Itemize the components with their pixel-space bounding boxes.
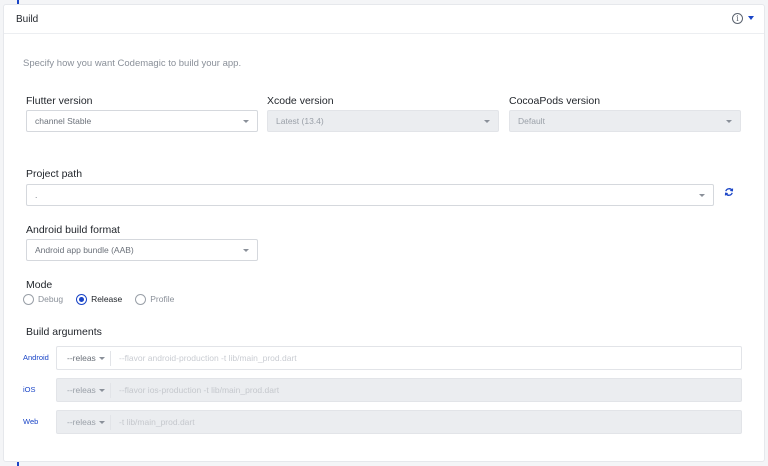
android-build-format-value: Android app bundle (AAB) [35, 245, 134, 255]
flutter-version-label: Flutter version [26, 95, 93, 107]
build-args-web-input[interactable]: -t lib/main_prod.dart [119, 417, 195, 427]
chevron-down-icon [699, 194, 705, 197]
chevron-down-icon [243, 249, 249, 252]
android-build-format-select[interactable]: Android app bundle (AAB) [26, 239, 258, 261]
chevron-down-icon [243, 120, 249, 123]
chevron-down-icon [726, 120, 732, 123]
build-arguments-label: Build arguments [26, 326, 102, 338]
cocoapods-version-label: CocoaPods version [509, 95, 601, 107]
android-build-format-label: Android build format [26, 224, 120, 236]
build-args-ios-input[interactable]: --flavor ios-production -t lib/main_prod… [119, 385, 279, 395]
radio-debug-label[interactable]: Debug [38, 294, 63, 304]
intro-text: Specify how you want Codemagic to build … [23, 58, 242, 69]
build-args-android-input[interactable]: --flavor android-production -t lib/main_… [119, 353, 297, 363]
project-path-label: Project path [26, 168, 83, 180]
mode-label: Mode [26, 279, 53, 291]
xcode-version-select[interactable]: Latest (13.4) [267, 110, 499, 132]
info-icon[interactable]: i [732, 13, 743, 24]
build-args-mode-select[interactable]: --releas [67, 353, 96, 363]
project-path-select[interactable]: . [26, 184, 714, 206]
radio-debug[interactable] [23, 293, 34, 305]
caret-down-icon[interactable] [747, 14, 755, 22]
divider [110, 415, 111, 430]
build-args-web-label: Web [23, 417, 39, 426]
xcode-version-label: Xcode version [267, 95, 334, 107]
panel-title: Build [16, 14, 39, 25]
build-args-ios-label: iOS [23, 385, 36, 394]
build-args-ios-row[interactable]: --releas --flavor ios-production -t lib/… [56, 378, 742, 402]
radio-profile[interactable] [135, 293, 147, 305]
build-args-mode-select[interactable]: --releas [67, 385, 96, 395]
panel-header[interactable]: Build i [4, 5, 764, 34]
chevron-down-icon [484, 120, 490, 123]
xcode-version-value: Latest (13.4) [276, 116, 324, 126]
divider [110, 383, 111, 398]
chevron-down-icon [99, 389, 105, 392]
build-args-web-row[interactable]: --releas -t lib/main_prod.dart [56, 410, 742, 434]
mode-radio-group: Debug Release Profile [23, 292, 174, 306]
flutter-version-select[interactable]: channel Stable [26, 110, 258, 132]
flutter-version-value: channel Stable [35, 116, 92, 126]
divider [110, 351, 111, 366]
radio-release-label[interactable]: Release [91, 294, 122, 304]
build-args-android-row[interactable]: --releas --flavor android-production -t … [56, 346, 742, 370]
build-args-android-label: Android [23, 353, 49, 362]
build-args-mode-select[interactable]: --releas [67, 417, 96, 427]
project-path-value: . [35, 190, 38, 200]
chevron-down-icon [99, 357, 105, 360]
cocoapods-version-value: Default [518, 116, 545, 126]
radio-profile-label[interactable]: Profile [150, 294, 174, 304]
chevron-down-icon [99, 421, 105, 424]
cocoapods-version-select[interactable]: Default [509, 110, 741, 132]
radio-release[interactable] [76, 293, 88, 305]
refresh-icon[interactable] [724, 187, 734, 197]
